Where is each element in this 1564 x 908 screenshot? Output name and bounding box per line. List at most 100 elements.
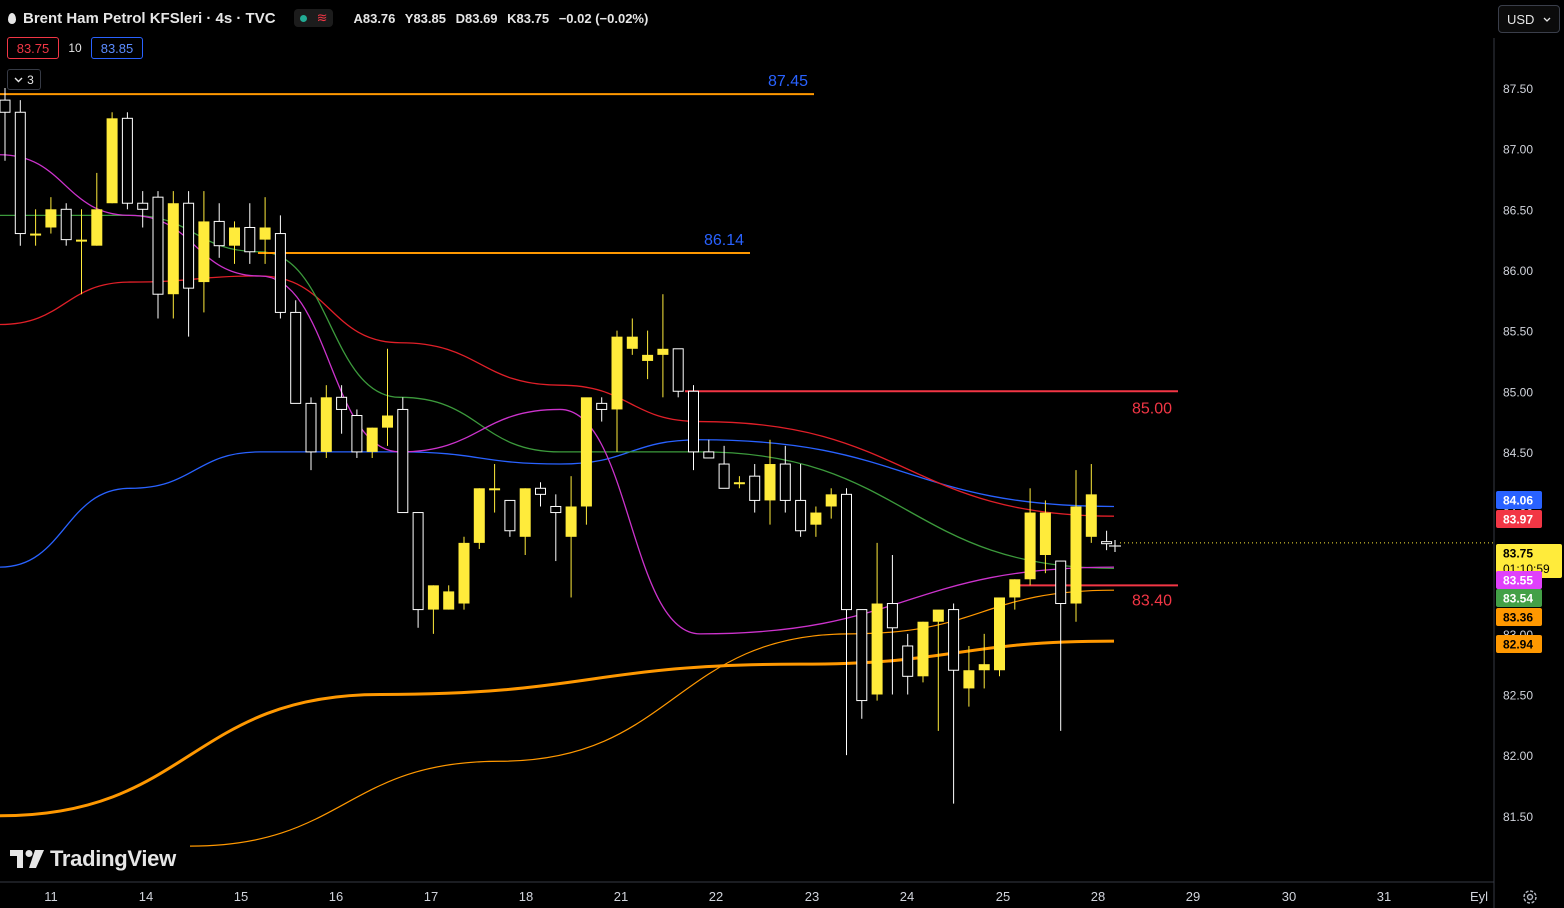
indicators-toggle-button[interactable]: 3 — [7, 69, 41, 90]
ma-line-orange_fast — [189, 589, 1115, 847]
candle-body — [198, 221, 210, 283]
candle — [657, 294, 669, 398]
candle — [45, 197, 57, 234]
candle-body — [948, 609, 960, 671]
candle-body — [1055, 560, 1067, 605]
candle — [351, 409, 363, 458]
candle — [290, 300, 302, 404]
candle — [917, 621, 929, 683]
price-tick-label: 82.50 — [1503, 689, 1533, 703]
candle-body — [427, 585, 439, 610]
tradingview-logo[interactable]: TradingView — [10, 846, 176, 872]
candle-body — [994, 597, 1005, 671]
candle-body — [718, 463, 730, 489]
candle — [1070, 470, 1082, 622]
ohlc-change: −0.02 (−0.02%) — [558, 10, 649, 26]
currency-select[interactable]: USD — [1498, 5, 1560, 33]
candle-body — [825, 494, 837, 507]
candle — [642, 330, 654, 380]
chevron-down-icon — [14, 77, 23, 82]
settings-gear-icon[interactable] — [1521, 888, 1539, 906]
time-tick-label: 21 — [614, 889, 628, 904]
candle — [121, 112, 133, 210]
candle-body — [1101, 541, 1113, 545]
watermark-text: TradingView — [50, 846, 176, 871]
candle — [795, 464, 807, 537]
candle-body — [1070, 506, 1082, 604]
price-badge-label: 83.97 — [1503, 513, 1533, 527]
delay-icon: ≋ — [316, 10, 328, 25]
sell-price-button[interactable]: 83.75 — [7, 37, 59, 59]
buy-price-button[interactable]: 83.85 — [91, 37, 143, 59]
time-tick-label: Eyl — [1470, 889, 1488, 904]
candle-body — [871, 603, 883, 695]
candle-body — [963, 670, 975, 689]
candle-body — [183, 202, 195, 289]
candle-body — [305, 402, 317, 453]
ohlc-high: Y83.85 — [404, 10, 446, 26]
time-tick-label: 24 — [900, 889, 914, 904]
candle-body — [672, 348, 684, 392]
ohlc-open: A83.76 — [353, 10, 396, 26]
chart-header: Brent Ham Petrol KFSleri · 4s · TVC ≋ A8… — [8, 8, 654, 28]
candle-body — [1024, 512, 1036, 580]
candle-body — [978, 664, 990, 671]
symbol-title[interactable]: Brent Ham Petrol KFSleri · 4s · TVC — [23, 10, 276, 27]
candle — [1085, 464, 1097, 543]
candle-body — [611, 336, 623, 410]
candle — [106, 112, 118, 204]
candle-body — [336, 396, 348, 410]
candle — [274, 215, 286, 319]
candle — [198, 191, 210, 313]
candle — [1101, 530, 1113, 551]
candle — [733, 476, 745, 489]
candle-body — [351, 415, 363, 453]
candle — [336, 385, 348, 434]
candle-body — [382, 415, 393, 428]
candle-body — [152, 196, 164, 295]
candle — [1009, 579, 1021, 610]
candle-body — [886, 603, 898, 629]
candle — [565, 476, 577, 598]
candle — [60, 203, 72, 246]
candle-body — [274, 233, 286, 313]
price-chart[interactable]: 87.45 86.14 85.00 83.40 87.50 87.00 86.50 86.00… — [0, 0, 1564, 908]
candle-body — [412, 512, 424, 611]
price-badge-label: 82.94 — [1503, 638, 1533, 652]
candle-body — [504, 499, 516, 532]
market-status[interactable]: ≋ — [293, 9, 334, 27]
candle — [183, 191, 195, 337]
time-tick-label: 28 — [1091, 889, 1105, 904]
candle — [672, 348, 684, 398]
time-tick-label: 22 — [709, 889, 723, 904]
candle — [427, 585, 439, 634]
level-label: 85.00 — [1132, 400, 1172, 417]
level-label: 86.14 — [704, 232, 744, 249]
candle-body — [45, 209, 57, 228]
indicator-count: 3 — [27, 72, 34, 87]
candle-body — [1039, 512, 1051, 556]
candle-body — [290, 311, 302, 404]
oil-drop-icon — [8, 12, 16, 24]
candle — [580, 397, 592, 525]
candle-body — [841, 493, 852, 611]
level-label: 83.40 — [1132, 592, 1172, 609]
time-tick-label: 31 — [1377, 889, 1391, 904]
candle — [458, 536, 470, 610]
ma-line-blue — [0, 439, 1115, 568]
candle-body — [626, 336, 638, 349]
candle — [810, 506, 822, 537]
candle-body — [366, 427, 378, 452]
candle-body — [657, 348, 669, 355]
ma-line-red — [0, 275, 1115, 517]
price-tick-label: 86.00 — [1503, 264, 1533, 278]
candle-body — [596, 402, 608, 410]
price-tick-label: 86.50 — [1503, 203, 1533, 217]
candle — [473, 488, 485, 549]
candle-body — [91, 209, 103, 246]
price-badge-label: 83.55 — [1503, 574, 1533, 588]
candle — [137, 191, 149, 228]
price-tick-label: 87.00 — [1503, 143, 1533, 157]
candle — [504, 499, 516, 537]
candle — [443, 585, 455, 610]
